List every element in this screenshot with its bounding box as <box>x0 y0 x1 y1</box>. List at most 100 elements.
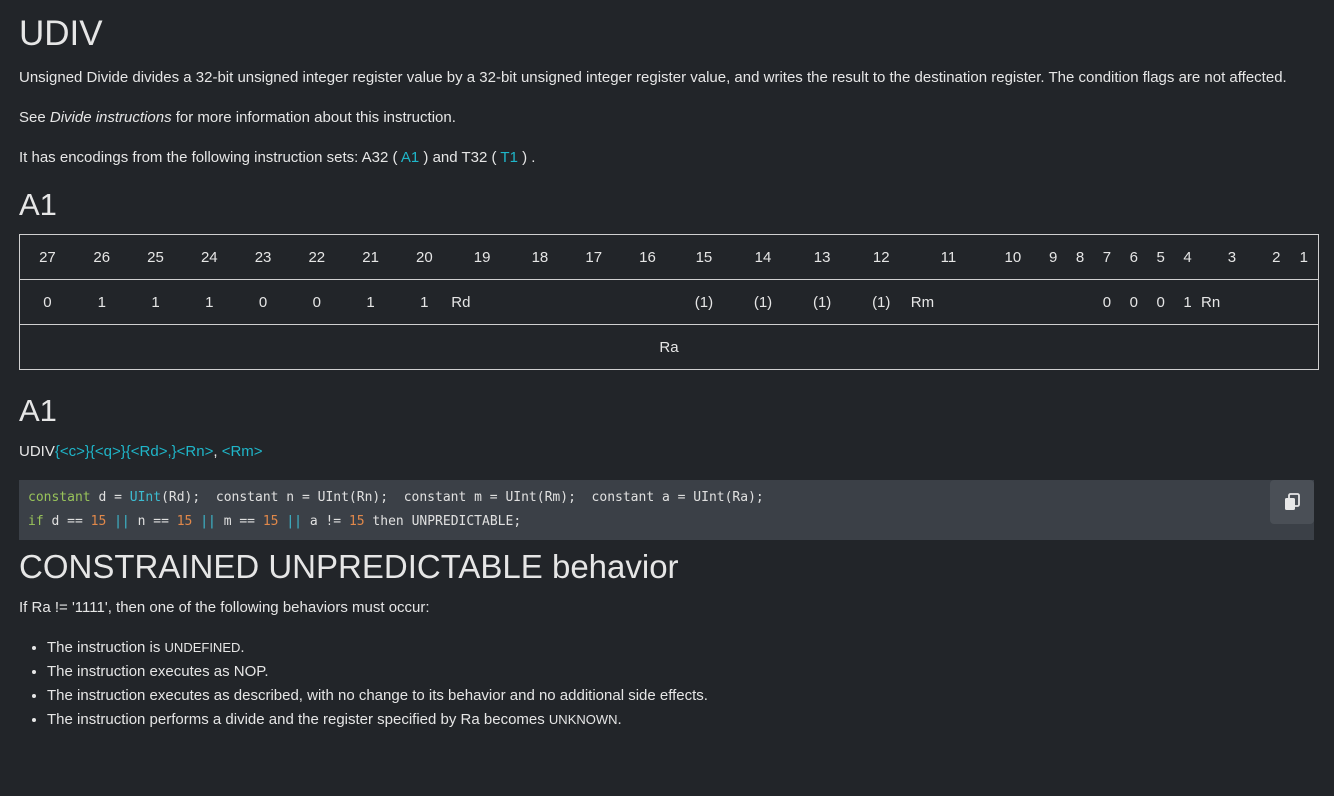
bit-number-cell: 24 <box>182 234 237 280</box>
bit-value-cell: 0 <box>236 279 290 325</box>
t1-link[interactable]: T1 <box>500 149 518 166</box>
pseudocode-block: constant d = UInt(Rd); constant n = UInt… <box>19 480 1314 540</box>
constrained-heading: CONSTRAINED UNPREDICTABLE behavior <box>19 548 679 585</box>
code-token: constant <box>28 490 91 505</box>
code-token: 15 <box>90 514 107 529</box>
encoding-table: 27 26 25 24 23 22 21 20 19 18 17 16 15 14 13 12 11 10 9 8 7 6… <box>19 234 1319 370</box>
bit-number-cell: 2 <box>1262 234 1290 280</box>
syntax-mnemonic: UDIV <box>19 443 55 460</box>
syntax-rm[interactable]: <Rm> <box>222 443 263 460</box>
bit-value-cell: 1 <box>1174 279 1201 325</box>
copy-icon <box>1284 493 1300 511</box>
code-token: 15 <box>348 514 365 529</box>
bit-number-cell: 14 <box>733 234 793 280</box>
behavior-end: . <box>240 639 245 656</box>
bit-value-cell: 1 <box>74 279 129 325</box>
syntax-c[interactable]: {<c>} <box>55 443 90 460</box>
bit-number-cell: 3 <box>1200 234 1263 280</box>
bit-value-cell: 0 <box>1147 279 1175 325</box>
divide-instructions-link[interactable]: Divide instructions <box>50 109 172 126</box>
bit-value-cell <box>620 279 675 325</box>
bit-value-cell: 0 <box>19 279 75 325</box>
code-token: UInt <box>129 490 162 505</box>
bit-value-cell: (1) <box>674 279 734 325</box>
code-token: || <box>192 514 224 529</box>
bit-value-cell: (1) <box>792 279 852 325</box>
behavior-keyword: UNKNOWN <box>548 712 618 727</box>
behaviors-list: The instruction is UNDEFINED.The instruc… <box>19 636 1318 732</box>
behavior-item: The instruction executes as NOP. <box>47 660 1318 684</box>
syntax-q[interactable]: {<q>} <box>90 443 126 460</box>
bit-number-cell: 12 <box>851 234 911 280</box>
bit-value-cell <box>1262 279 1290 325</box>
behavior-text: The instruction executes as described, w… <box>47 687 708 704</box>
bit-number-cell: 26 <box>74 234 129 280</box>
bit-number-cell: 4 <box>1174 234 1201 280</box>
behavior-item: The instruction executes as described, w… <box>47 684 1318 708</box>
bit-number-cell: 21 <box>343 234 398 280</box>
code-token: d == <box>43 514 91 529</box>
code-token: a != <box>309 514 349 529</box>
intro-paragraph: Unsigned Divide divides a 32-bit unsigne… <box>19 69 1287 86</box>
encodings-paragraph: It has encodings from the following inst… <box>19 146 1318 170</box>
ra-field: Ra <box>659 338 679 356</box>
section-a1-heading: A1 <box>19 187 57 222</box>
code-token: 15 <box>176 514 193 529</box>
bit-value-cell <box>566 279 621 325</box>
bit-number-cell: 11 <box>910 234 986 280</box>
behavior-text: The instruction performs a divide and th… <box>47 711 549 728</box>
bit-value-cell: (1) <box>851 279 911 325</box>
bit-value-cell <box>1039 279 1067 325</box>
bit-number-cell: 27 <box>19 234 75 280</box>
bit-value-cell: (1) <box>733 279 793 325</box>
constrained-intro: If Ra != '1111', then one of the followi… <box>19 599 430 616</box>
bit-value-cell: 0 <box>289 279 344 325</box>
bit-number-cell: 25 <box>128 234 183 280</box>
code-token: 15 <box>262 514 279 529</box>
assembler-syntax: UDIV{<c>}{<q>}{<Rd>,}<Rn>, <Rm> <box>19 440 1318 464</box>
code-token: n == <box>137 514 177 529</box>
code-token: d = <box>90 490 130 505</box>
bit-number-cell: 5 <box>1147 234 1175 280</box>
page: UDIV Unsigned Divide divides a 32-bit un… <box>0 14 1334 732</box>
a1-link[interactable]: A1 <box>401 149 419 166</box>
copy-button[interactable] <box>1270 480 1314 524</box>
code-token: || <box>278 514 310 529</box>
encodings-prefix: It has encodings from the following inst… <box>19 149 401 166</box>
bit-value-cell <box>1066 279 1094 325</box>
code-token: || <box>106 514 138 529</box>
bit-number-cell: 13 <box>792 234 852 280</box>
behavior-text: The instruction executes as NOP. <box>47 663 269 680</box>
see-suffix: for more information about this instruct… <box>171 109 456 126</box>
bit-number-cell: 6 <box>1120 234 1148 280</box>
bit-number-cell: 7 <box>1093 234 1121 280</box>
bit-value-cell <box>1289 279 1319 325</box>
bit-number-cell: 10 <box>985 234 1040 280</box>
bit-value-cell: 1 <box>397 279 452 325</box>
bit-number-cell: 8 <box>1066 234 1094 280</box>
bit-number-cell: 9 <box>1039 234 1067 280</box>
code-token: m == <box>223 514 263 529</box>
bit-number-cell: 15 <box>674 234 734 280</box>
syntax-rd[interactable]: {<Rd>,} <box>126 443 177 460</box>
syntax-rn[interactable]: <Rn> <box>177 443 214 460</box>
bit-value-cell: Rn <box>1200 279 1263 325</box>
bit-value-cell <box>513 279 567 325</box>
bit-value-cell: 1 <box>182 279 237 325</box>
code-token: (Rd); constant n = UInt(Rn); constant m … <box>161 490 764 505</box>
behavior-end: . <box>617 711 622 728</box>
syntax-separator: , <box>213 443 222 460</box>
bit-value-cell <box>985 279 1040 325</box>
section-a1-syntax-heading: A1 <box>19 393 57 428</box>
behavior-item: The instruction is UNDEFINED. <box>47 636 1318 660</box>
code-token: if <box>28 514 44 529</box>
bit-value-cell: 1 <box>128 279 183 325</box>
bit-number-cell: 19 <box>451 234 514 280</box>
bit-value-cell: 1 <box>343 279 398 325</box>
encodings-middle: ) and T32 ( <box>419 149 501 166</box>
bit-number-cell: 1 <box>1289 234 1319 280</box>
behavior-text: The instruction is <box>47 639 165 656</box>
bit-value-cell: Rd <box>451 279 514 325</box>
bit-value-cell: 0 <box>1093 279 1121 325</box>
bit-value-cell: 0 <box>1120 279 1148 325</box>
